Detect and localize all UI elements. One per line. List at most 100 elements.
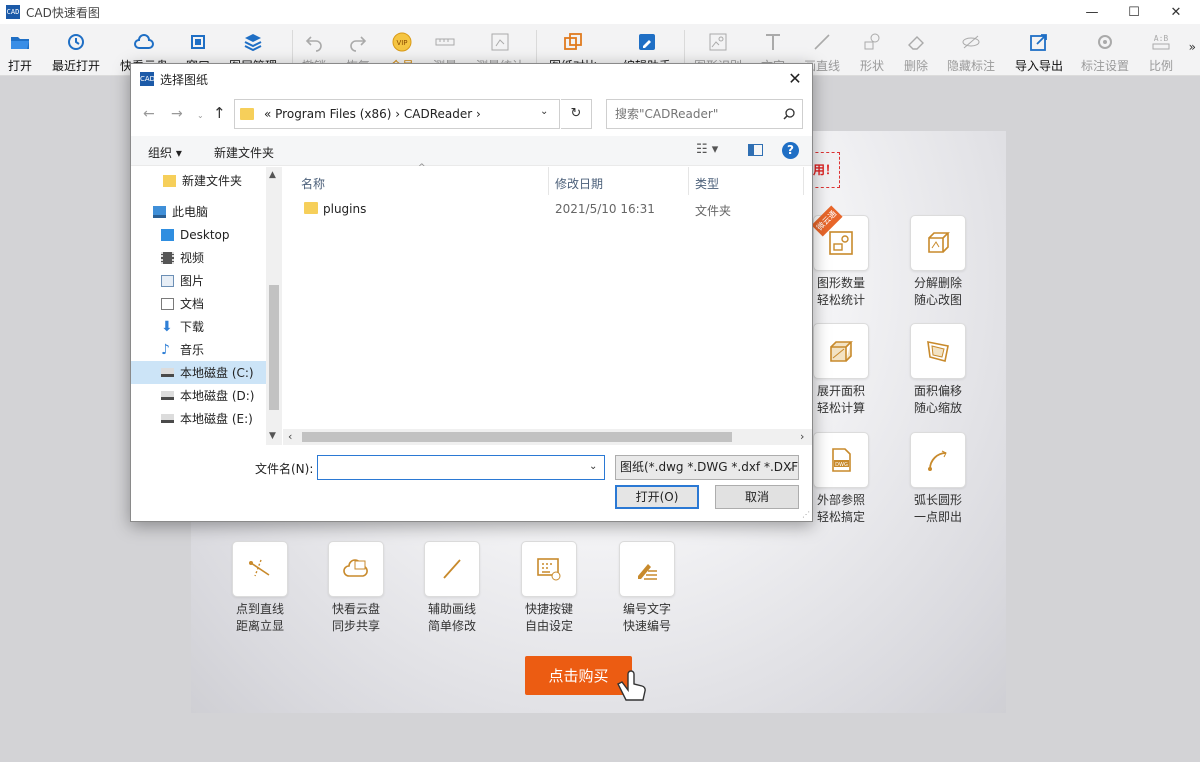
scroll-right-icon[interactable]: › (800, 430, 804, 443)
up-button[interactable]: ↑ (213, 104, 226, 122)
arc-length-icon (928, 450, 947, 471)
tree-item-label: 文档 (180, 297, 205, 311)
drive-icon (161, 414, 174, 423)
organize-button[interactable]: 组织 ▾ (148, 144, 182, 161)
search-icon (783, 108, 795, 120)
layers-icon (244, 34, 262, 52)
toolbar-hide-marks-button[interactable]: 隐藏标注 (942, 24, 1000, 75)
compare-icon (564, 33, 582, 50)
new-folder-button[interactable]: 新建文件夹 (214, 144, 274, 161)
svg-text:A:B: A:B (1154, 34, 1169, 43)
chevron-down-icon[interactable]: ⌄ (589, 461, 597, 472)
toolbar-recent-button[interactable]: 最近打开 (48, 24, 104, 75)
toolbar-label: 最近打开 (51, 59, 100, 73)
feature-numbering[interactable]: 编号文字 快速编号 (607, 541, 687, 635)
tree-item-desktop[interactable]: Desktop (131, 223, 282, 246)
search-input[interactable] (615, 107, 780, 121)
video-icon (161, 251, 174, 264)
toolbar-shape-button[interactable]: 形状 (856, 24, 888, 75)
tree-item-new-folder[interactable]: 新建文件夹 (131, 169, 282, 192)
download-icon: ⬇ (161, 318, 173, 335)
feature-line2: 轻松搞定 (816, 510, 865, 524)
feature-assist-line[interactable]: 辅助画线 简单修改 (412, 541, 492, 635)
horizontal-scrollbar[interactable]: ‹ › (283, 429, 812, 445)
feature-line2: 随心缩放 (913, 401, 962, 415)
toolbar-mark-settings-button[interactable]: 标注设置 (1078, 24, 1132, 75)
feature-xref[interactable]: DWG 外部参照 轻松搞定 (801, 432, 881, 526)
file-modified: 2021/5/10 16:31 (555, 202, 655, 216)
open-button[interactable]: 打开(O) (615, 485, 699, 509)
picture-icon (161, 274, 174, 287)
resize-grip-icon[interactable]: ⋰ (802, 510, 810, 519)
refresh-button[interactable]: ↻ (561, 99, 592, 129)
feature-line1: 弧长圆形 (913, 493, 962, 507)
tree-item-downloads[interactable]: ⬇ 下载 (131, 315, 282, 338)
feature-shortcut-keys[interactable]: 快捷按键 自由设定 (509, 541, 589, 635)
navigation-scrollbar[interactable]: ▲ ▼ (266, 167, 282, 445)
tree-item-label: 本地磁盘 (E:) (180, 412, 253, 426)
tree-item-videos[interactable]: 视频 (131, 246, 282, 269)
feature-cloud-share[interactable]: 快看云盘 同步共享 (316, 541, 396, 635)
text-icon (766, 34, 780, 50)
minimize-button[interactable]: — (1072, 0, 1112, 24)
recent-locations-button[interactable]: ⌄ (197, 111, 204, 120)
shape-recognize-icon (709, 33, 727, 51)
view-options-button[interactable]: ☷ ▾ (696, 142, 718, 157)
filename-input[interactable] (317, 455, 605, 480)
tree-item-drive-d[interactable]: 本地磁盘 (D:) (131, 384, 282, 407)
toolbar-open-button[interactable]: 打开 (2, 24, 38, 75)
column-modified-header[interactable]: 修改日期 (555, 175, 603, 192)
column-type-header[interactable]: 类型 (695, 175, 719, 192)
tree-item-label: 本地磁盘 (C:) (180, 366, 254, 380)
feature-shape-count[interactable]: 图形数量 轻松统计 (801, 215, 881, 309)
toolbar-label: 隐藏标注 (946, 59, 995, 73)
toolbar-scale-button[interactable]: A:B 比例 (1144, 24, 1178, 75)
maximize-button[interactable]: ☐ (1114, 0, 1154, 24)
tree-item-drive-c[interactable]: 本地磁盘 (C:) (131, 361, 282, 384)
file-row[interactable]: plugins 2021/5/10 16:31 文件夹 (283, 197, 803, 221)
tree-item-pictures[interactable]: 图片 (131, 269, 282, 292)
toolbar-delete-button[interactable]: 删除 (900, 24, 932, 75)
tree-item-documents[interactable]: 文档 (131, 292, 282, 315)
tree-item-drive-e[interactable]: 本地磁盘 (E:) (131, 407, 282, 430)
toolbar-label: 比例 (1148, 59, 1173, 73)
window-icon (191, 35, 205, 49)
feature-explode[interactable]: 分解删除 随心改图 (898, 215, 978, 309)
tree-item-label: 视频 (180, 251, 205, 265)
shape-count-icon (829, 231, 853, 255)
help-button[interactable]: ? (782, 142, 799, 159)
address-bar[interactable]: « Program Files (x86) › CADReader › ⌄ (234, 99, 560, 129)
feature-arc-length[interactable]: 弧长圆形 一点即出 (898, 432, 978, 526)
back-button[interactable]: ← (143, 106, 155, 122)
column-divider[interactable] (688, 167, 689, 195)
feature-unfold-area[interactable]: 展开面积 轻松计算 (801, 323, 881, 417)
column-divider[interactable] (548, 167, 549, 195)
drive-c-icon (161, 368, 174, 377)
edit-helper-icon (639, 34, 655, 50)
dialog-close-button[interactable]: ✕ (784, 68, 806, 90)
scrollbar-thumb[interactable] (269, 285, 279, 410)
toolbar-import-export-button[interactable]: 导入导出 (1012, 24, 1066, 75)
column-name-header[interactable]: 名称 (301, 175, 325, 192)
feature-area-offset[interactable]: 面积偏移 随心缩放 (898, 323, 978, 417)
folder-open-icon (11, 37, 29, 49)
toolbar-label: 导入导出 (1014, 59, 1063, 73)
tree-item-music[interactable]: ♪ 音乐 (131, 338, 282, 361)
search-box[interactable] (606, 99, 803, 129)
column-divider[interactable] (803, 167, 804, 195)
svg-text:DWG: DWG (835, 462, 848, 468)
filetype-select[interactable]: 图纸(*.dwg *.DWG *.dxf *.DXF ⌄ (615, 455, 799, 480)
close-window-button[interactable]: ✕ (1156, 0, 1196, 24)
tree-item-this-pc[interactable]: 此电脑 (131, 200, 282, 223)
scroll-down-icon[interactable]: ▼ (269, 431, 276, 441)
undo-icon (305, 36, 322, 52)
feature-point-line[interactable]: 点到直线 距离立显 (220, 541, 300, 635)
scroll-up-icon[interactable]: ▲ (269, 170, 276, 180)
cancel-button[interactable]: 取消 (715, 485, 799, 509)
chevron-down-icon[interactable]: ⌄ (540, 106, 548, 117)
preview-pane-button[interactable] (748, 144, 763, 156)
toolbar-overflow-button[interactable]: » (1189, 40, 1196, 54)
forward-button[interactable]: → (171, 106, 183, 122)
scrollbar-thumb[interactable] (302, 432, 732, 442)
scroll-left-icon[interactable]: ‹ (288, 430, 292, 443)
